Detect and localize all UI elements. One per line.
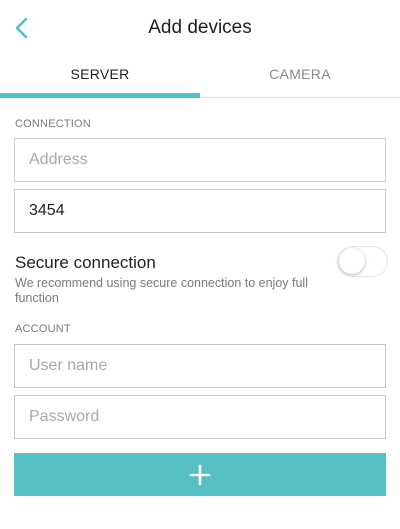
address-input[interactable]	[14, 138, 386, 182]
add-device-button[interactable]	[14, 453, 386, 496]
secure-connection-description: We recommend using secure connection to …	[15, 276, 308, 305]
active-tab-indicator	[0, 93, 200, 98]
header: Add devices	[0, 0, 400, 56]
password-input[interactable]	[14, 395, 386, 439]
secure-connection-label: Secure connection	[15, 253, 156, 272]
secure-connection-toggle[interactable]	[337, 246, 388, 277]
tab-camera[interactable]: CAMERA	[200, 56, 400, 97]
account-section-label: ACCOUNT	[15, 323, 71, 335]
username-input[interactable]	[14, 344, 386, 388]
plus-icon	[189, 464, 211, 485]
toggle-knob	[339, 248, 365, 274]
connection-section-label: CONNECTION	[15, 118, 91, 130]
page-title: Add devices	[148, 17, 252, 38]
tab-bar: SERVER CAMERA	[0, 56, 400, 98]
port-input[interactable]	[14, 189, 386, 233]
tab-server[interactable]: SERVER	[0, 56, 200, 97]
